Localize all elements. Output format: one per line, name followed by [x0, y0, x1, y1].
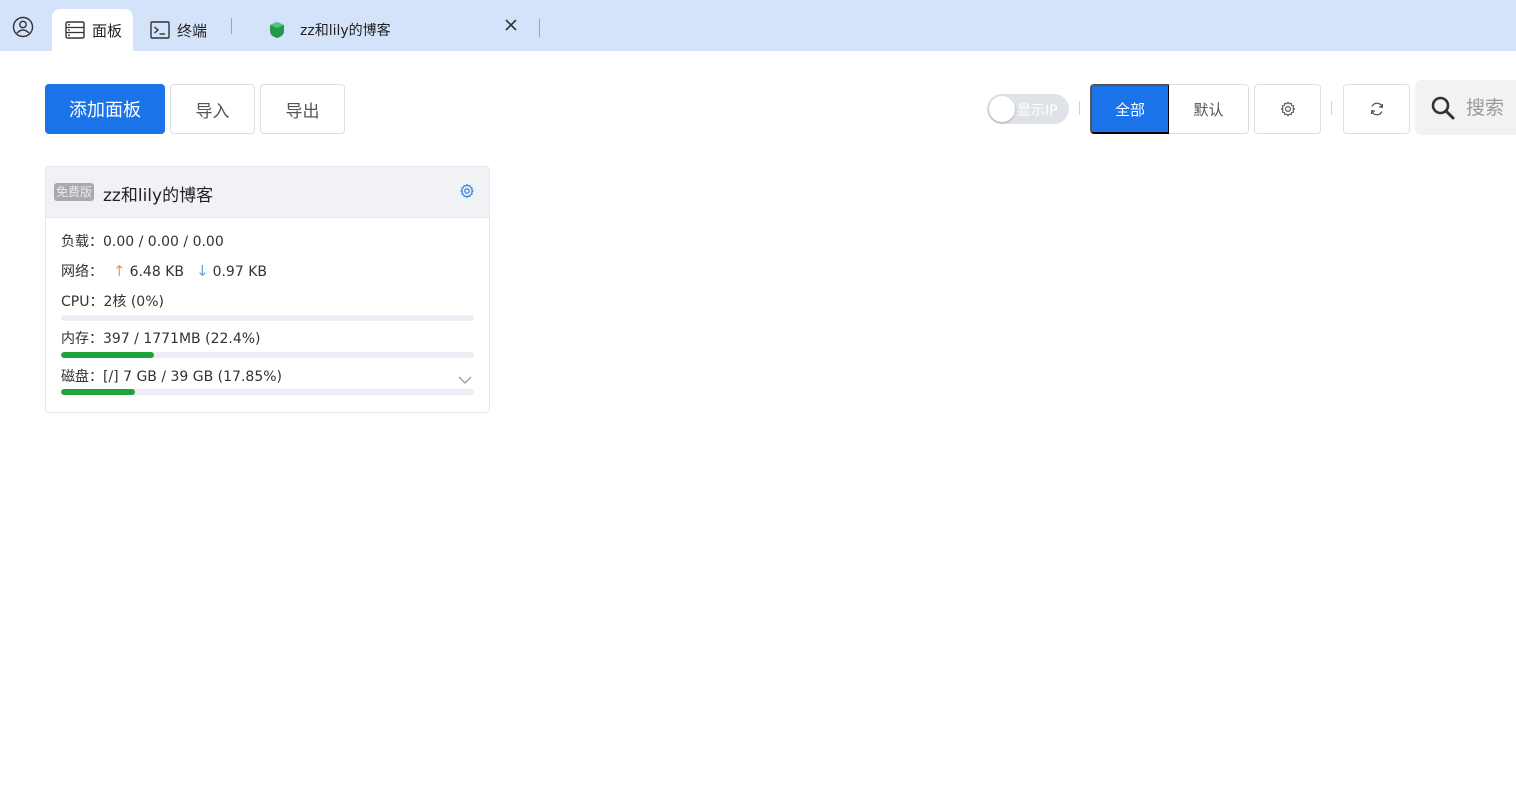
disk-value: [/] 7 GB / 39 GB (17.85%) [103, 369, 282, 385]
tab-terminal[interactable]: 终端 [150, 9, 220, 51]
disk-progress-fill [61, 389, 135, 395]
arrow-down-icon: ↓ [196, 262, 209, 280]
network-row: 网络： ↑ 6.48 KB ↓ 0.97 KB [61, 261, 267, 281]
load-label: 负载： [61, 234, 103, 250]
card-header: 免费版 zz和lily的博客 [46, 167, 489, 218]
disk-progress-bar [61, 389, 474, 395]
network-up-value: 6.48 KB [129, 264, 184, 280]
add-panel-button[interactable]: 添加面板 [45, 84, 165, 134]
shield-icon [268, 21, 286, 39]
cpu-value: 2核 (0%) [103, 294, 164, 310]
cpu-progress-bar [61, 315, 474, 321]
network-label: 网络： [61, 264, 103, 280]
plan-badge: 免费版 [54, 183, 95, 201]
divider [1331, 101, 1332, 115]
panel-icon [65, 21, 85, 39]
load-row: 负载：0.00 / 0.00 / 0.00 [61, 231, 224, 251]
memory-row: 内存：397 / 1771MB (22.4%) [61, 328, 261, 348]
gear-icon[interactable] [459, 183, 475, 199]
memory-value: 397 / 1771MB (22.4%) [103, 331, 261, 347]
tab-divider [539, 19, 540, 37]
cpu-label: CPU： [61, 294, 104, 310]
tab-divider [231, 18, 232, 34]
import-button[interactable]: 导入 [170, 84, 255, 134]
toggle-knob [989, 96, 1015, 122]
card-title[interactable]: zz和lily的博客 [103, 181, 213, 206]
tab-panel-label: 面板 [92, 21, 123, 40]
search-box[interactable] [1415, 80, 1516, 135]
divider [1079, 101, 1080, 115]
account-icon[interactable] [12, 16, 34, 38]
refresh-icon [1369, 101, 1385, 117]
show-ip-label: 显示IP [1017, 103, 1058, 119]
refresh-button[interactable] [1343, 84, 1410, 134]
tab-panel[interactable]: 面板 [52, 9, 133, 51]
network-down-value: 0.97 KB [212, 264, 267, 280]
settings-button[interactable] [1254, 84, 1321, 134]
terminal-icon [150, 21, 170, 39]
close-icon[interactable] [502, 16, 520, 34]
filter-all-button[interactable]: 全部 [1090, 84, 1170, 134]
disk-label: 磁盘： [61, 369, 103, 385]
chevron-down-icon[interactable] [458, 370, 472, 384]
cpu-row: CPU：2核 (0%) [61, 291, 164, 311]
arrow-up-icon: ↑ [113, 262, 126, 280]
gear-icon [1280, 101, 1296, 117]
memory-progress-bar [61, 352, 474, 358]
server-card: 免费版 zz和lily的博客 负载：0.00 / 0.00 / 0.00 网络：… [45, 166, 490, 413]
filter-default-button[interactable]: 默认 [1169, 84, 1249, 134]
memory-progress-fill [61, 352, 154, 358]
load-value: 0.00 / 0.00 / 0.00 [103, 234, 224, 250]
memory-label: 内存： [61, 331, 103, 347]
show-ip-toggle[interactable]: 显示IP [987, 94, 1069, 124]
disk-row: 磁盘：[/] 7 GB / 39 GB (17.85%) [61, 366, 282, 386]
search-input[interactable] [1466, 96, 1516, 119]
export-button[interactable]: 导出 [260, 84, 345, 134]
tab-bar: 面板 终端 zz和lily的博客 [0, 0, 1516, 51]
tab-terminal-label: 终端 [177, 21, 208, 40]
tab-site[interactable]: zz和lily的博客 [268, 9, 530, 51]
tab-site-label: zz和lily的博客 [300, 23, 391, 39]
search-icon [1430, 95, 1456, 121]
